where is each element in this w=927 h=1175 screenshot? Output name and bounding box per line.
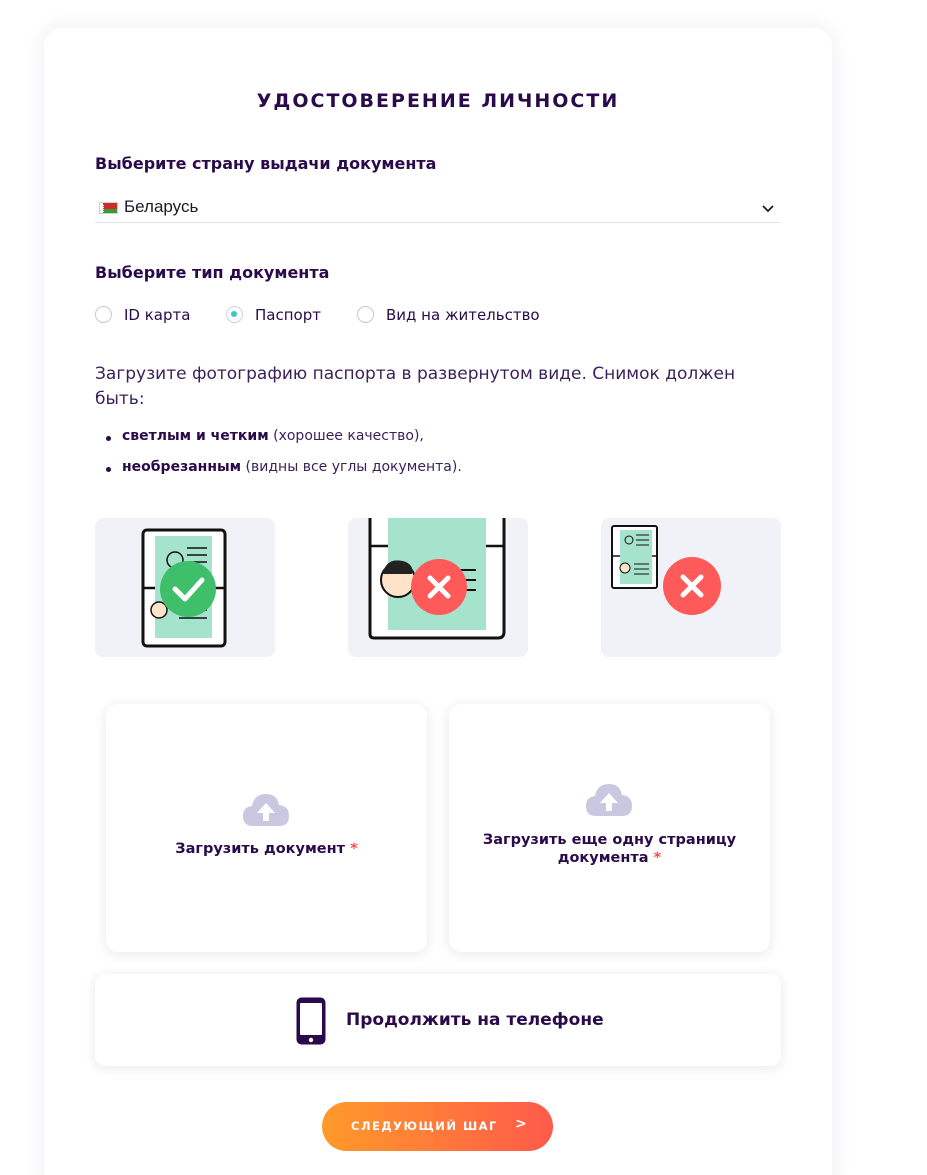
identity-card: УДОСТОВЕРЕНИЕ ЛИЧНОСТИ Выберите страну в…	[44, 28, 832, 1175]
requirement-item: необрезанным (видны все углы документа).	[104, 459, 784, 490]
radio-residence-permit[interactable]: Вид на жительство	[357, 305, 557, 325]
requirement-text: (видны все углы документа).	[241, 459, 462, 475]
page-title: УДОСТОВЕРЕНИЕ ЛИЧНОСТИ	[256, 90, 620, 112]
upload-another-page-button[interactable]: Загрузить еще одну страницу документа *	[449, 704, 770, 952]
example-too-far-photo	[601, 518, 781, 657]
radio-label: ID карта	[124, 306, 191, 324]
passport-cropped-illustration	[368, 518, 506, 640]
requirement-bold: необрезанным	[122, 459, 242, 475]
upload-another-page-label: Загрузить еще одну страницу документа *	[469, 831, 750, 867]
radio-label: Вид на жительство	[386, 306, 540, 324]
doc-type-label: Выберите тип документа	[95, 263, 330, 282]
required-mark: *	[653, 850, 662, 866]
chevron-down-icon	[762, 205, 774, 213]
next-step-label: СЛЕДУЮЩИЙ ШАГ	[351, 1119, 498, 1133]
required-mark: *	[350, 841, 358, 857]
requirements-list: светлым и четким (хорошее качество), нео…	[104, 428, 784, 490]
example-good-photo	[95, 518, 275, 657]
radio-passport[interactable]: Паспорт	[226, 305, 331, 325]
radio-circle-selected	[226, 306, 243, 323]
country-select[interactable]: Беларусь	[95, 194, 781, 223]
radio-id-card[interactable]: ID карта	[95, 305, 195, 325]
upload-document-button[interactable]: Загрузить документ *	[106, 704, 427, 952]
continue-on-phone-button[interactable]: Продолжить на телефоне	[95, 974, 781, 1066]
radio-circle	[95, 306, 112, 323]
country-label: Выберите страну выдачи документа	[95, 154, 437, 173]
next-step-button[interactable]: СЛЕДУЮЩИЙ ШАГ >	[322, 1102, 553, 1151]
radio-circle	[357, 306, 374, 323]
passport-far-illustration	[611, 525, 721, 615]
cloud-upload-icon	[586, 784, 632, 816]
requirement-bold: светлым и четким	[122, 428, 269, 444]
example-cropped-photo	[348, 518, 528, 657]
upload-label-text: Загрузить документ	[175, 841, 346, 857]
requirement-item: светлым и четким (хорошее качество),	[104, 428, 784, 459]
continue-on-phone-label: Продолжить на телефоне	[346, 1010, 604, 1030]
belarus-flag-icon	[99, 202, 118, 214]
requirement-text: (хорошее качество),	[268, 428, 424, 444]
upload-instructions: Загрузите фотографию паспорта в разверну…	[95, 364, 736, 409]
upload-document-label: Загрузить документ *	[126, 840, 407, 858]
radio-label: Паспорт	[255, 306, 321, 324]
cloud-upload-icon	[243, 794, 289, 826]
country-value: Беларусь	[124, 197, 199, 216]
phone-icon	[296, 997, 326, 1045]
arrow-right-icon: >	[515, 1116, 527, 1132]
upload-label-text: Загрузить еще одну страницу документа	[482, 832, 737, 866]
passport-good-illustration	[141, 528, 227, 648]
